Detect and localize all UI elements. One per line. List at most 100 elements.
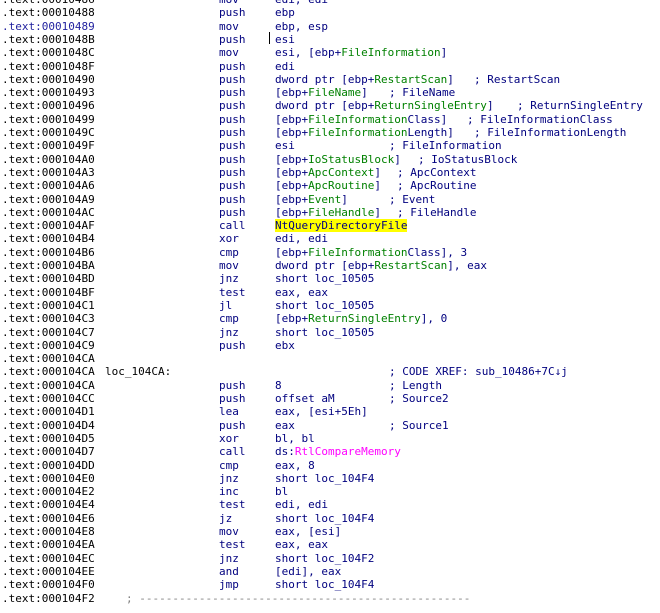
listing-line[interactable]: .text:00010490 push dword ptr [ebp+Restart… <box>0 73 660 86</box>
listing-line[interactable]: .text:000104A3 push [ebp+ApcContext] ; ApcC… <box>0 166 660 179</box>
instruction-operand[interactable]: [ebp+FileInformationClass] <box>275 113 447 126</box>
instruction-operand[interactable]: eax, [esi] <box>275 525 341 538</box>
listing-line[interactable]: .text:000104AC push [ebp+FileHandle] ; File… <box>0 206 660 219</box>
listing-line[interactable]: .text:00010486 mov edi, edi <box>0 0 660 6</box>
instruction-operand[interactable]: edi, edi <box>275 498 328 511</box>
listing-line[interactable]: .text:0001048C mov esi, [ebp+FileInformati… <box>0 46 660 59</box>
instruction-mnemonic: push <box>219 378 246 392</box>
listing-line[interactable]: .text:000104BD jnz short loc_10505 <box>0 272 660 285</box>
instruction-operand[interactable]: ds:RtlCompareMemory <box>275 445 401 458</box>
line-comment: ; ApcContext <box>397 165 477 179</box>
instruction-operand[interactable]: edi <box>275 60 295 73</box>
listing-line[interactable]: .text:00010496 push dword ptr [ebp+ReturnS… <box>0 99 660 112</box>
instruction-operand[interactable]: NtQueryDirectoryFile <box>275 219 408 233</box>
instruction-operand[interactable]: short loc_104F4 <box>275 472 374 485</box>
instruction-operand[interactable]: dword ptr [ebp+RestartScan] <box>275 73 454 86</box>
instruction-operand[interactable]: [ebp+FileHandle] <box>275 206 381 219</box>
listing-line[interactable]: .text:00010499 push [ebp+FileInformationCl… <box>0 113 660 126</box>
instruction-operand[interactable]: bl <box>275 485 288 498</box>
listing-line[interactable]: .text:00010493 push [ebp+FileName] ; FileNa… <box>0 86 660 99</box>
instruction-operand[interactable]: bl, bl <box>275 432 315 445</box>
instruction-operand[interactable]: eax <box>275 419 295 432</box>
instruction-operand[interactable]: [ebp+FileName] <box>275 86 368 99</box>
listing-line[interactable]: .text:000104A6 push [ebp+ApcRoutine] ; ApcR… <box>0 179 660 192</box>
listing-line[interactable]: .text:000104EA test eax, eax <box>0 538 660 551</box>
listing-line[interactable]: .text:000104C9 push ebx <box>0 339 660 352</box>
listing-line[interactable]: .text:000104D4 push eax ; Source1 <box>0 419 660 432</box>
listing-line[interactable]: .text:0001048F push edi <box>0 60 660 73</box>
listing-line[interactable]: .text:000104E0 jnz short loc_104F4 <box>0 472 660 485</box>
instruction-operand[interactable]: edi, edi <box>275 0 328 6</box>
disassembly-listing[interactable]: .text:00010486 mov edi, edi .text:00010488 p… <box>0 0 660 613</box>
listing-line[interactable]: .text:000104B4 xor edi, edi <box>0 232 660 245</box>
instruction-operand[interactable]: short loc_104F2 <box>275 552 374 565</box>
listing-line[interactable]: .text:000104A9 push [ebp+Event] ; Event <box>0 193 660 206</box>
instruction-operand[interactable]: [ebp+ReturnSingleEntry], 0 <box>275 312 447 325</box>
instruction-mnemonic: jnz <box>219 471 239 485</box>
listing-line[interactable]: .text:000104D1 lea eax, [esi+5Eh] <box>0 405 660 418</box>
instruction-operand[interactable]: ebp, esp <box>275 20 328 33</box>
line-comment: ; CODE XREF: sub_10486+7C↓j <box>389 365 568 379</box>
instruction-operand[interactable]: esi <box>275 139 295 152</box>
listing-line[interactable]: .text:0001048B push esi <box>0 33 660 46</box>
line-address: .text:0001048F <box>2 59 95 73</box>
instruction-operand[interactable]: [ebp+ApcRoutine] <box>275 179 381 192</box>
instruction-operand[interactable]: 8 <box>275 379 282 392</box>
listing-line[interactable]: .text:0001049F push esi ; FileInformation <box>0 139 660 152</box>
listing-line[interactable]: .text:000104E6 jz short loc_104F4 <box>0 512 660 525</box>
instruction-operand[interactable]: dword ptr [ebp+ReturnSingleEntry] <box>275 99 494 112</box>
instruction-operand[interactable]: ebx <box>275 339 295 352</box>
listing-line[interactable]: .text:000104AF call NtQueryDirectoryFile <box>0 219 660 233</box>
instruction-operand[interactable]: [ebp+ApcContext] <box>275 166 381 179</box>
line-address: .text:000104C7 <box>2 325 95 339</box>
instruction-operand[interactable]: dword ptr [ebp+RestartScan], eax <box>275 259 487 272</box>
instruction-operand[interactable]: esi, [ebp+FileInformation] <box>275 46 447 59</box>
listing-line[interactable]: .text:000104F2 ; ------------------------… <box>0 592 660 605</box>
listing-line[interactable]: .text:000104C7 jnz short loc_10505 <box>0 326 660 339</box>
instruction-operand[interactable]: [ebp+Event] <box>275 193 348 206</box>
instruction-operand[interactable]: offset aM <box>275 392 335 405</box>
listing-line[interactable]: .text:000104D7 call ds:RtlCompareMemory <box>0 445 660 458</box>
listing-line[interactable]: .text:000104CA <box>0 352 660 365</box>
instruction-operand[interactable]: [ebp+IoStatusBlock] <box>275 153 401 166</box>
listing-line[interactable]: .text:000104BF test eax, eax <box>0 286 660 299</box>
listing-line[interactable]: .text:000104C1 jl short loc_10505 <box>0 299 660 312</box>
instruction-operand[interactable]: short loc_10505 <box>275 326 374 339</box>
listing-line[interactable]: .text:000104D5 xor bl, bl <box>0 432 660 445</box>
instruction-operand[interactable]: eax, eax <box>275 538 328 551</box>
instruction-operand[interactable]: [ebp+FileInformationClass], 3 <box>275 246 467 259</box>
instruction-operand[interactable]: short loc_10505 <box>275 272 374 285</box>
listing-line[interactable]: .text:000104BA mov dword ptr [ebp+RestartS… <box>0 259 660 272</box>
listing-line[interactable]: .text:000104CA push 8 ; Length <box>0 379 660 392</box>
listing-line[interactable]: .text:000104E4 test edi, edi <box>0 498 660 511</box>
instruction-mnemonic: mov <box>219 19 239 33</box>
listing-line[interactable]: .text:000104F0 jmp short loc_104F4 <box>0 578 660 591</box>
listing-line[interactable]: .text:000104EC jnz short loc_104F2 <box>0 552 660 565</box>
listing-line[interactable]: .text:000104CA loc_104CA: ; CODE XREF: sub… <box>0 365 660 378</box>
instruction-mnemonic: mov <box>219 525 239 538</box>
listing-line[interactable]: .text:00010489 mov ebp, esp <box>0 20 660 33</box>
listing-line[interactable]: .text:00010488 push ebp <box>0 6 660 19</box>
instruction-operand[interactable]: short loc_104F4 <box>275 578 374 591</box>
listing-line[interactable]: .text:000104E2 inc bl <box>0 485 660 498</box>
listing-line[interactable]: .text:000104C3 cmp [ebp+ReturnSingleEntry]… <box>0 312 660 325</box>
instruction-operand[interactable]: eax, [esi+5Eh] <box>275 405 368 418</box>
listing-line[interactable]: .text:000104B6 cmp [ebp+FileInformationCla… <box>0 246 660 259</box>
listing-line[interactable]: .text:000104EE and [edi], eax <box>0 565 660 578</box>
instruction-operand[interactable]: eax, 8 <box>275 459 315 472</box>
instruction-operand[interactable]: short loc_104F4 <box>275 512 374 525</box>
listing-line[interactable]: .text:0001049C push [ebp+FileInformationLe… <box>0 126 660 139</box>
listing-line[interactable]: .text:000104E8 mov eax, [esi] <box>0 525 660 538</box>
listing-line[interactable]: .text:000104CC push offset aM ; Source2 <box>0 392 660 405</box>
line-address: .text:0001048B <box>2 32 95 46</box>
instruction-operand[interactable]: edi, edi <box>275 232 328 245</box>
instruction-operand[interactable]: eax, eax <box>275 286 328 299</box>
instruction-operand[interactable]: [ebp+FileInformationLength] <box>275 126 454 139</box>
listing-line[interactable]: .text:000104A0 push [ebp+IoStatusBlock] ; I… <box>0 153 660 166</box>
instruction-operand[interactable]: ebp <box>275 6 295 19</box>
instruction-operand[interactable]: esi <box>275 33 295 46</box>
instruction-operand[interactable]: short loc_10505 <box>275 299 374 312</box>
code-label[interactable]: loc_104CA: <box>105 365 171 378</box>
instruction-operand[interactable]: [edi], eax <box>275 565 341 578</box>
listing-line[interactable]: .text:000104DD cmp eax, 8 <box>0 459 660 472</box>
